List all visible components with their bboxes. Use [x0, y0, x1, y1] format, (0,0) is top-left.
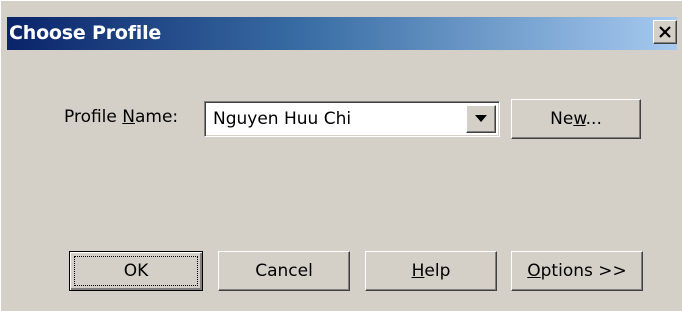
profile-name-select[interactable]: Nguyen Huu Chi — [204, 101, 500, 137]
new-profile-button[interactable]: New... — [511, 99, 641, 139]
close-icon — [659, 26, 671, 38]
chevron-down-icon — [475, 115, 487, 122]
cancel-button[interactable]: Cancel — [218, 251, 350, 291]
profile-name-label: Profile Name: — [64, 107, 179, 127]
title-bar: Choose Profile — [7, 17, 677, 50]
ok-button[interactable]: OK — [69, 251, 203, 291]
dialog-title: Choose Profile — [9, 22, 162, 44]
profile-name-value: Nguyen Huu Chi — [213, 109, 352, 129]
choose-profile-dialog: Choose Profile Profile Name: Nguyen Huu … — [0, 0, 682, 311]
focus-rectangle — [74, 256, 198, 286]
dropdown-button[interactable] — [466, 105, 496, 133]
options-button[interactable]: Options >> — [511, 251, 643, 291]
close-button[interactable] — [653, 20, 677, 44]
help-button[interactable]: Help — [365, 251, 497, 291]
